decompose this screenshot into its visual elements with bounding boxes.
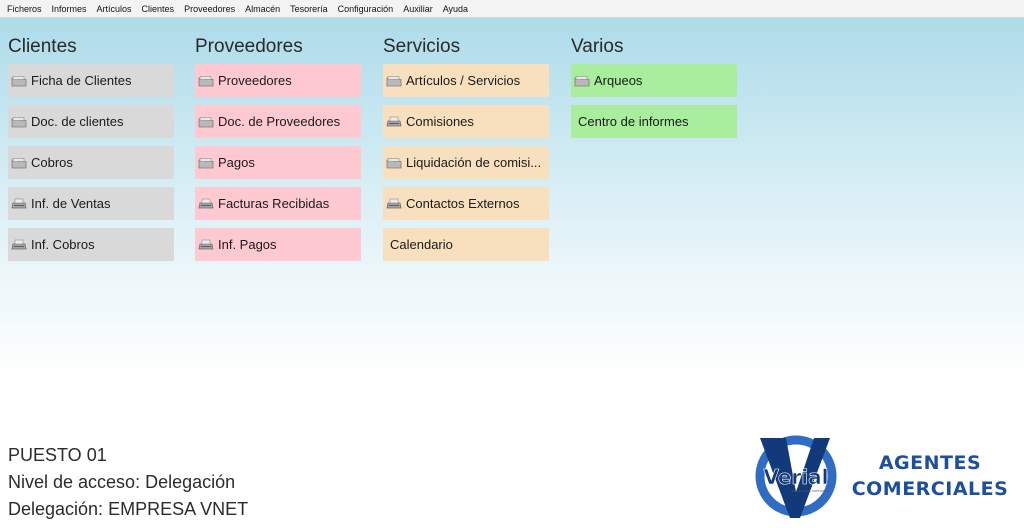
tile-doc-clientes[interactable]: Doc. de clientes bbox=[8, 105, 174, 138]
folder-icon bbox=[386, 157, 402, 169]
menu-informes[interactable]: Informes bbox=[47, 0, 92, 18]
tile-inf-pagos[interactable]: Inf. Pagos bbox=[195, 228, 361, 261]
proveedores-title: Proveedores bbox=[195, 36, 303, 57]
tile-label: Centro de informes bbox=[578, 114, 689, 129]
brand-line-1: AGENTES bbox=[878, 452, 982, 474]
verial-logo: Verial SOLUCIONES SOFTWARE bbox=[755, 435, 837, 518]
clientes-group: Clientes Ficha de Clientes Doc. de clien… bbox=[8, 36, 174, 269]
menu-almacen[interactable]: Almacén bbox=[240, 0, 285, 18]
menu-proveedores[interactable]: Proveedores bbox=[179, 0, 240, 18]
tile-label: Doc. de clientes bbox=[31, 114, 124, 129]
tile-label: Contactos Externos bbox=[406, 196, 520, 211]
tile-facturas-recibidas[interactable]: Facturas Recibidas bbox=[195, 187, 361, 220]
status-info: PUESTO 01 Nivel de acceso: Delegación De… bbox=[8, 442, 248, 523]
tile-contactos-externos[interactable]: Contactos Externos bbox=[383, 187, 549, 220]
tile-inf-ventas[interactable]: Inf. de Ventas bbox=[8, 187, 174, 220]
folder-icon bbox=[198, 157, 214, 169]
tile-inf-cobros[interactable]: Inf. Cobros bbox=[8, 228, 174, 261]
folder-icon bbox=[11, 75, 27, 87]
puesto-label: PUESTO 01 bbox=[8, 445, 107, 465]
menu-tesoreria[interactable]: Tesorería bbox=[285, 0, 333, 18]
menu-ayuda[interactable]: Ayuda bbox=[438, 0, 473, 18]
proveedores-group: Proveedores Proveedores Doc. de Proveedo… bbox=[195, 36, 361, 269]
tile-label: Liquidación de comisi... bbox=[406, 155, 542, 170]
brand-line-2: COMERCIALES bbox=[851, 478, 1009, 500]
menu-articulos[interactable]: Artículos bbox=[92, 0, 137, 18]
tile-ficha-clientes[interactable]: Ficha de Clientes bbox=[8, 64, 174, 97]
brand-title: AGENTES COMERCIALES bbox=[840, 450, 1020, 502]
printer-icon bbox=[386, 198, 402, 210]
tile-label: Inf. Pagos bbox=[218, 237, 277, 252]
logo-tagline: SOLUCIONES SOFTWARE bbox=[792, 489, 829, 493]
tile-label: Ficha de Clientes bbox=[31, 73, 132, 88]
folder-icon bbox=[574, 75, 590, 87]
tile-label: Calendario bbox=[390, 237, 453, 252]
tile-label: Cobros bbox=[31, 155, 73, 170]
menu-configuracion[interactable]: Configuración bbox=[333, 0, 399, 18]
clientes-title: Clientes bbox=[8, 36, 77, 57]
tile-calendario[interactable]: Calendario bbox=[383, 228, 549, 261]
menu-bar: Ficheros Informes Artículos Clientes Pro… bbox=[0, 0, 1024, 18]
tile-proveedores[interactable]: Proveedores bbox=[195, 64, 361, 97]
tile-label: Comisiones bbox=[406, 114, 474, 129]
menu-ficheros[interactable]: Ficheros bbox=[2, 0, 47, 18]
tile-comisiones[interactable]: Comisiones bbox=[383, 105, 549, 138]
tile-label: Artículos / Servicios bbox=[406, 73, 521, 88]
tile-label: Doc. de Proveedores bbox=[218, 114, 341, 129]
menu-auxiliar[interactable]: Auxiliar bbox=[398, 0, 438, 18]
printer-icon bbox=[11, 198, 27, 210]
tile-label: Inf. de Ventas bbox=[31, 196, 111, 211]
logo-name: Verial bbox=[763, 465, 828, 489]
delegacion-label: Delegación: EMPRESA VNET bbox=[8, 499, 249, 519]
folder-icon bbox=[198, 75, 214, 87]
varios-group: Varios Arqueos Centro de informes bbox=[571, 36, 737, 146]
printer-icon bbox=[386, 116, 402, 128]
tile-articulos-servicios[interactable]: Artículos / Servicios bbox=[383, 64, 549, 97]
tile-arqueos[interactable]: Arqueos bbox=[571, 64, 737, 97]
tile-doc-proveedores[interactable]: Doc. de Proveedores bbox=[195, 105, 361, 138]
tile-pagos[interactable]: Pagos bbox=[195, 146, 361, 179]
tile-label: Pagos bbox=[218, 155, 255, 170]
folder-icon bbox=[11, 157, 27, 169]
tile-centro-informes[interactable]: Centro de informes bbox=[571, 105, 737, 138]
folder-icon bbox=[11, 116, 27, 128]
nivel-acceso-label: Nivel de acceso: Delegación bbox=[8, 472, 236, 492]
tile-label: Inf. Cobros bbox=[31, 237, 95, 252]
tile-cobros[interactable]: Cobros bbox=[8, 146, 174, 179]
folder-icon bbox=[198, 116, 214, 128]
tile-label: Facturas Recibidas bbox=[218, 196, 330, 211]
servicios-group: Servicios Artículos / Servicios Comision… bbox=[383, 36, 549, 269]
servicios-title: Servicios bbox=[383, 36, 461, 57]
menu-clientes[interactable]: Clientes bbox=[137, 0, 180, 18]
tile-label: Proveedores bbox=[218, 73, 292, 88]
printer-icon bbox=[11, 239, 27, 251]
folder-icon bbox=[386, 75, 402, 87]
tile-label: Arqueos bbox=[594, 73, 643, 88]
varios-title: Varios bbox=[571, 36, 624, 57]
printer-icon bbox=[198, 198, 214, 210]
tile-liquidacion-comisiones[interactable]: Liquidación de comisi... bbox=[383, 146, 549, 179]
printer-icon bbox=[198, 239, 214, 251]
